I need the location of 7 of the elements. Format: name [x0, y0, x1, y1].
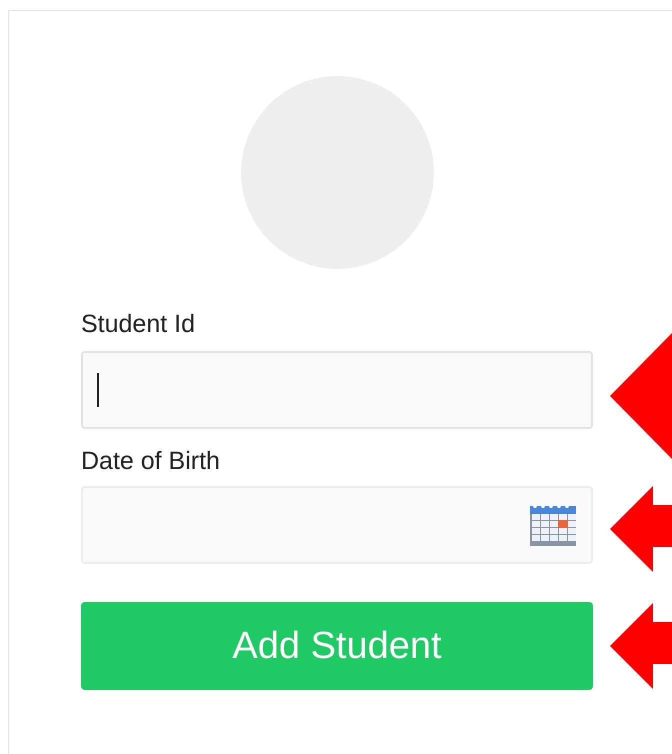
input-field[interactable] — [81, 486, 593, 564]
field-label: Date of Birth — [81, 446, 221, 476]
calendar-icon[interactable] — [529, 502, 577, 548]
add-student-button[interactable]: Add Student — [81, 602, 593, 690]
input-field[interactable] — [81, 351, 593, 429]
text-cursor-icon — [97, 373, 99, 407]
field-label: Student Id — [81, 309, 196, 339]
